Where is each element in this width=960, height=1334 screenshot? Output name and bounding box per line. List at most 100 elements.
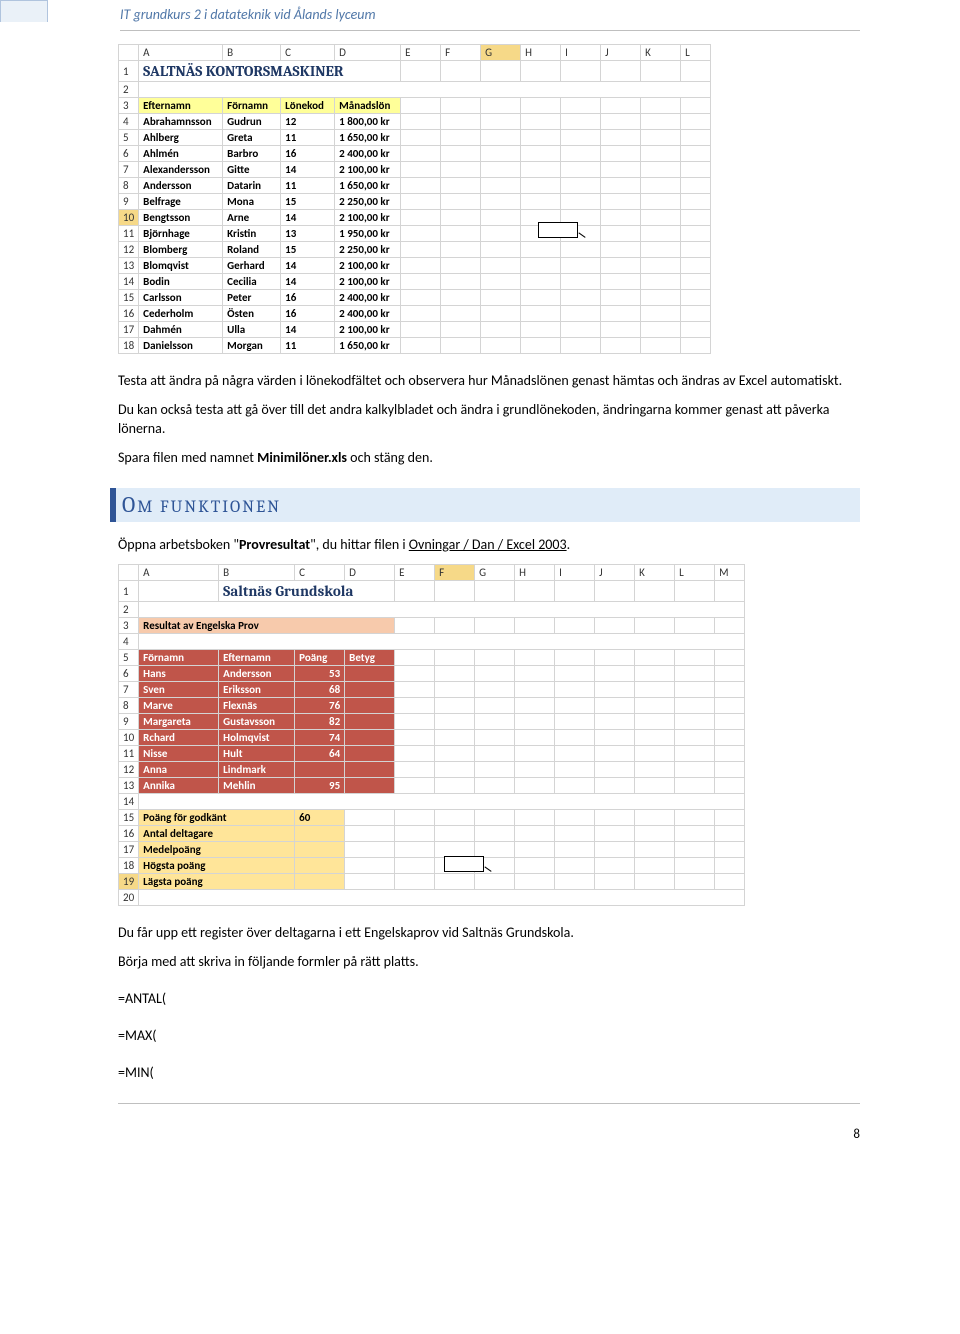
cell: Andersson (219, 666, 295, 682)
cell: Sven (139, 682, 219, 698)
colhead-D: D (335, 45, 401, 61)
table-row: 7AlexanderssonGitte142 100,00 kr (119, 162, 711, 178)
colhead-C: C (281, 45, 335, 61)
cell: Marve (139, 698, 219, 714)
para-3-post: och stäng den. (347, 449, 433, 466)
para-1: Testa att ändra på några värden i löneko… (118, 372, 860, 391)
cell: Anna (139, 762, 219, 778)
rowhead-12: 12 (119, 242, 139, 258)
s2-colhead-A: A (139, 565, 219, 581)
cell: 12 (281, 114, 335, 130)
s2-colhead-L: L (675, 565, 715, 581)
cell: Ahlmén (139, 146, 223, 162)
cell: 16 (281, 146, 335, 162)
colhead-A: A (139, 45, 223, 61)
table-row: 9BelfrageMona152 250,00 kr (119, 194, 711, 210)
cell: Peter (223, 290, 281, 306)
body-text-block-3: Du får upp ett register över deltagarna … (118, 924, 860, 1082)
cell: 11 (281, 178, 335, 194)
cell: Arne (223, 210, 281, 226)
s2-colhead-J: J (595, 565, 635, 581)
cell: Gustavsson (219, 714, 295, 730)
header-tab-decor (0, 0, 48, 22)
body-text-block-1: Testa att ändra på några värden i löneko… (118, 372, 860, 468)
cell: Greta (223, 130, 281, 146)
s2-rowhead-9: 9 (119, 714, 139, 730)
cell: Holmqvist (219, 730, 295, 746)
para-2: Du kan också testa att gå över till det … (118, 401, 860, 439)
cell: Andersson (139, 178, 223, 194)
table-row: 10RchardHolmqvist74 (119, 730, 745, 746)
p4c: ", du hittar filen i (310, 536, 409, 553)
para-6: Börja med att skriva in följande formler… (118, 953, 860, 972)
formula-antal: =ANTAL( (118, 990, 860, 1009)
s2-rowhead-1: 1 (119, 581, 139, 602)
cell: Nisse (139, 746, 219, 762)
table-row: 12AnnaLindmark (119, 762, 745, 778)
sheet2-subtitle: Resultat av Engelska Prov (139, 618, 395, 634)
colhead-I: I (561, 45, 601, 61)
s2-colhead-B: B (219, 565, 295, 581)
table-row: 17Medelpoäng (119, 842, 745, 858)
cell: 2 250,00 kr (335, 242, 401, 258)
para-5: Du får upp ett register över deltagarna … (118, 924, 860, 943)
s2-colhead-E: E (395, 565, 435, 581)
s2-rowhead-2: 2 (119, 602, 139, 618)
header-rule (120, 30, 860, 31)
rowhead-6: 6 (119, 146, 139, 162)
cell: Mehlin (219, 778, 295, 794)
rowhead-1: 1 (119, 61, 139, 82)
cell: Ulla (223, 322, 281, 338)
rowhead-2: 2 (119, 82, 139, 98)
footer-value: 60 (295, 810, 345, 826)
cell (295, 762, 345, 778)
s2-rowhead-19: 19 (119, 874, 139, 890)
colhead-F: F (441, 45, 481, 61)
cell: Eriksson (219, 682, 295, 698)
footer-rule (118, 1103, 860, 1104)
cell: 14 (281, 162, 335, 178)
rowhead-15: 15 (119, 290, 139, 306)
cell: Roland (223, 242, 281, 258)
spreadsheet-saltnas-grundskola: A B C D E F G H I J K L M 1 Sal (118, 564, 860, 906)
cell: 2 100,00 kr (335, 258, 401, 274)
para-4: Öppna arbetsboken "Provresultat", du hit… (118, 536, 860, 555)
rowhead-7: 7 (119, 162, 139, 178)
page-number: 8 (853, 1127, 860, 1142)
cell: Hans (139, 666, 219, 682)
cell: 95 (295, 778, 345, 794)
footer-value (295, 858, 345, 874)
cell: Morgan (223, 338, 281, 354)
cell (345, 666, 395, 682)
cell: Blomberg (139, 242, 223, 258)
sheet1-hdr-fornamn: Förnamn (223, 98, 281, 114)
cell (345, 762, 395, 778)
cell: Gitte (223, 162, 281, 178)
rowhead-17: 17 (119, 322, 139, 338)
cell: 2 400,00 kr (335, 146, 401, 162)
table-row: 8MarveFlexnäs76 (119, 698, 745, 714)
s2-rowhead-20: 20 (119, 890, 139, 906)
p4b: Provresultat (239, 536, 310, 553)
table-row: 11NisseHult64 (119, 746, 745, 762)
formula-min: =MIN( (118, 1064, 860, 1083)
rowhead-5: 5 (119, 130, 139, 146)
rowhead-14: 14 (119, 274, 139, 290)
colhead-H: H (521, 45, 561, 61)
cell: Barbro (223, 146, 281, 162)
s2-rowhead-13: 13 (119, 778, 139, 794)
cell: 68 (295, 682, 345, 698)
cell: Hult (219, 746, 295, 762)
colhead-K: K (641, 45, 681, 61)
cell: 14 (281, 210, 335, 226)
cell: Bengtsson (139, 210, 223, 226)
body-text-block-2: Öppna arbetsboken "Provresultat", du hit… (118, 536, 860, 555)
spreadsheet-saltnas-kontorsmaskiner: A B C D E F G H I J K L 1 SALTNÄS KONTOR… (118, 44, 860, 354)
rowhead-16: 16 (119, 306, 139, 322)
cell: Annika (139, 778, 219, 794)
para-3-filename: Minimilöner.xls (257, 449, 347, 466)
s2-rowhead-5: 5 (119, 650, 139, 666)
s2-rowhead-14: 14 (119, 794, 139, 810)
cell: 14 (281, 322, 335, 338)
s2-rowhead-8: 8 (119, 698, 139, 714)
